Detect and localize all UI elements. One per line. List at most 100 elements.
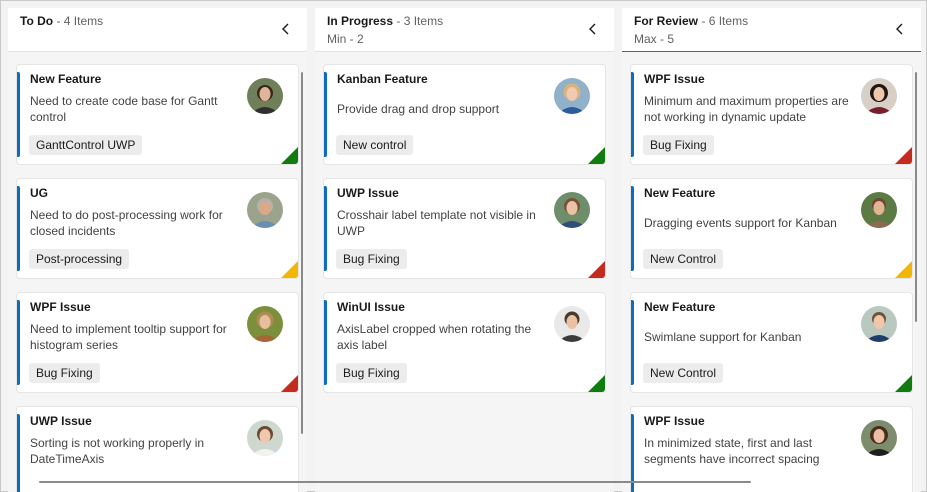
avatar bbox=[861, 192, 897, 228]
card-description: Need to create code base for Gantt contr… bbox=[30, 94, 218, 124]
kanban-card[interactable]: UWP Issue Sorting is not working properl… bbox=[16, 406, 299, 492]
column-separator: - bbox=[701, 14, 706, 28]
card-accent-bar bbox=[17, 300, 20, 385]
card-description: Need to implement tooltip support for hi… bbox=[30, 322, 227, 352]
card-description: Dragging events support for Kanban bbox=[644, 216, 837, 230]
avatar bbox=[861, 306, 897, 342]
card-accent-bar bbox=[631, 186, 634, 271]
card-title: WPF Issue bbox=[644, 414, 705, 428]
column-title: For Review - 6 Items bbox=[634, 14, 748, 28]
kanban-card[interactable]: UG Need to do post-processing work for c… bbox=[16, 178, 299, 279]
card-title: Kanban Feature bbox=[337, 72, 428, 86]
column-name: In Progress bbox=[327, 14, 394, 28]
card-description: Minimum and maximum properties are not w… bbox=[644, 94, 849, 124]
priority-high-indicator bbox=[588, 261, 605, 278]
avatar bbox=[554, 192, 590, 228]
avatar bbox=[247, 192, 283, 228]
card-title: UG bbox=[30, 186, 48, 200]
column-separator: - bbox=[396, 14, 401, 28]
avatar bbox=[247, 306, 283, 342]
column-scrollbar[interactable] bbox=[301, 72, 303, 434]
column-item-count: 4 Items bbox=[63, 14, 104, 28]
card-tag: Bug Fixing bbox=[336, 363, 407, 383]
column-title: To Do - 4 Items bbox=[20, 14, 103, 28]
avatar bbox=[554, 78, 590, 114]
kanban-board: To Do - 4 Items New Feature Need to crea… bbox=[0, 0, 927, 492]
kanban-card[interactable]: WinUI Issue AxisLabel cropped when rotat… bbox=[323, 292, 606, 393]
card-tag: GanttControl UWP bbox=[29, 135, 143, 155]
card-title: WPF Issue bbox=[644, 72, 705, 86]
kanban-card[interactable]: Kanban Feature Provide drag and drop sup… bbox=[323, 64, 606, 165]
column-item-count: 6 Items bbox=[708, 14, 749, 28]
chevron-left-icon bbox=[589, 23, 596, 35]
kanban-card[interactable]: WPF Issue Need to implement tooltip supp… bbox=[16, 292, 299, 393]
kanban-card[interactable]: New Feature Dragging events support for … bbox=[630, 178, 913, 279]
column-header: To Do - 4 Items bbox=[8, 8, 307, 52]
card-description: AxisLabel cropped when rotating the axis… bbox=[337, 322, 532, 352]
card-description: In minimized state, first and last segme… bbox=[644, 436, 820, 466]
card-accent-bar bbox=[17, 186, 20, 271]
card-tag: New Control bbox=[643, 249, 724, 269]
column-header: In Progress - 3 Items Min - 2 bbox=[315, 8, 614, 52]
card-title: New Feature bbox=[644, 186, 716, 200]
card-accent-bar bbox=[324, 300, 327, 385]
column-name: For Review bbox=[634, 14, 699, 28]
column-name: To Do bbox=[20, 14, 54, 28]
priority-low-indicator bbox=[588, 147, 605, 164]
kanban-card[interactable]: WPF Issue In minimized state, first and … bbox=[630, 406, 913, 492]
kanban-card[interactable]: New Feature Swimlane support for Kanban … bbox=[630, 292, 913, 393]
column-scrollbar[interactable] bbox=[915, 72, 917, 322]
board-horizontal-scrollbar[interactable] bbox=[39, 481, 751, 483]
card-title: New Feature bbox=[644, 300, 716, 314]
priority-low-indicator bbox=[895, 375, 912, 392]
priority-low-indicator bbox=[281, 147, 298, 164]
column-to-do: To Do - 4 Items New Feature Need to crea… bbox=[8, 8, 307, 492]
avatar bbox=[554, 306, 590, 342]
column-min-limit: Min - 2 bbox=[327, 32, 364, 46]
avatar bbox=[861, 420, 897, 456]
card-title: WPF Issue bbox=[30, 300, 91, 314]
collapse-column-button[interactable] bbox=[891, 20, 909, 38]
card-title: UWP Issue bbox=[30, 414, 92, 428]
avatar bbox=[247, 420, 283, 456]
card-accent-bar bbox=[17, 414, 20, 492]
card-description: Sorting is not working properly in DateT… bbox=[30, 436, 205, 466]
column-title: In Progress - 3 Items bbox=[327, 14, 443, 28]
card-tag: Bug Fixing bbox=[643, 135, 714, 155]
kanban-card[interactable]: UWP Issue Crosshair label template not v… bbox=[323, 178, 606, 279]
card-accent-bar bbox=[324, 72, 327, 157]
card-tag: Post-processing bbox=[29, 249, 130, 269]
column-max-limit: Max - 5 bbox=[634, 32, 675, 46]
card-tag: New Control bbox=[643, 363, 724, 383]
priority-high-indicator bbox=[895, 147, 912, 164]
priority-high-indicator bbox=[281, 375, 298, 392]
card-accent-bar bbox=[631, 72, 634, 157]
priority-low-indicator bbox=[588, 375, 605, 392]
card-description: Need to do post-processing work for clos… bbox=[30, 208, 223, 238]
kanban-card[interactable]: New Feature Need to create code base for… bbox=[16, 64, 299, 165]
card-tag: Bug Fixing bbox=[336, 249, 407, 269]
card-title: WinUI Issue bbox=[337, 300, 405, 314]
column-separator: - bbox=[56, 14, 61, 28]
card-title: UWP Issue bbox=[337, 186, 399, 200]
card-accent-bar bbox=[17, 72, 20, 157]
card-description: Provide drag and drop support bbox=[337, 102, 500, 116]
chevron-left-icon bbox=[282, 23, 289, 35]
priority-normal-indicator bbox=[895, 261, 912, 278]
card-tag: Bug Fixing bbox=[29, 363, 100, 383]
card-description: Swimlane support for Kanban bbox=[644, 330, 802, 344]
avatar bbox=[247, 78, 283, 114]
column-in-progress: In Progress - 3 Items Min - 2 Kanban Fea… bbox=[315, 8, 614, 492]
card-tag: New control bbox=[336, 135, 414, 155]
avatar bbox=[861, 78, 897, 114]
chevron-left-icon bbox=[896, 23, 903, 35]
card-title: New Feature bbox=[30, 72, 102, 86]
collapse-column-button[interactable] bbox=[584, 20, 602, 38]
priority-normal-indicator bbox=[281, 261, 298, 278]
collapse-column-button[interactable] bbox=[277, 20, 295, 38]
column-header: For Review - 6 Items Max - 5 bbox=[622, 8, 921, 52]
card-accent-bar bbox=[631, 300, 634, 385]
card-description: Crosshair label template not visible in … bbox=[337, 208, 536, 238]
column-item-count: 3 Items bbox=[403, 14, 444, 28]
kanban-card[interactable]: WPF Issue Minimum and maximum properties… bbox=[630, 64, 913, 165]
